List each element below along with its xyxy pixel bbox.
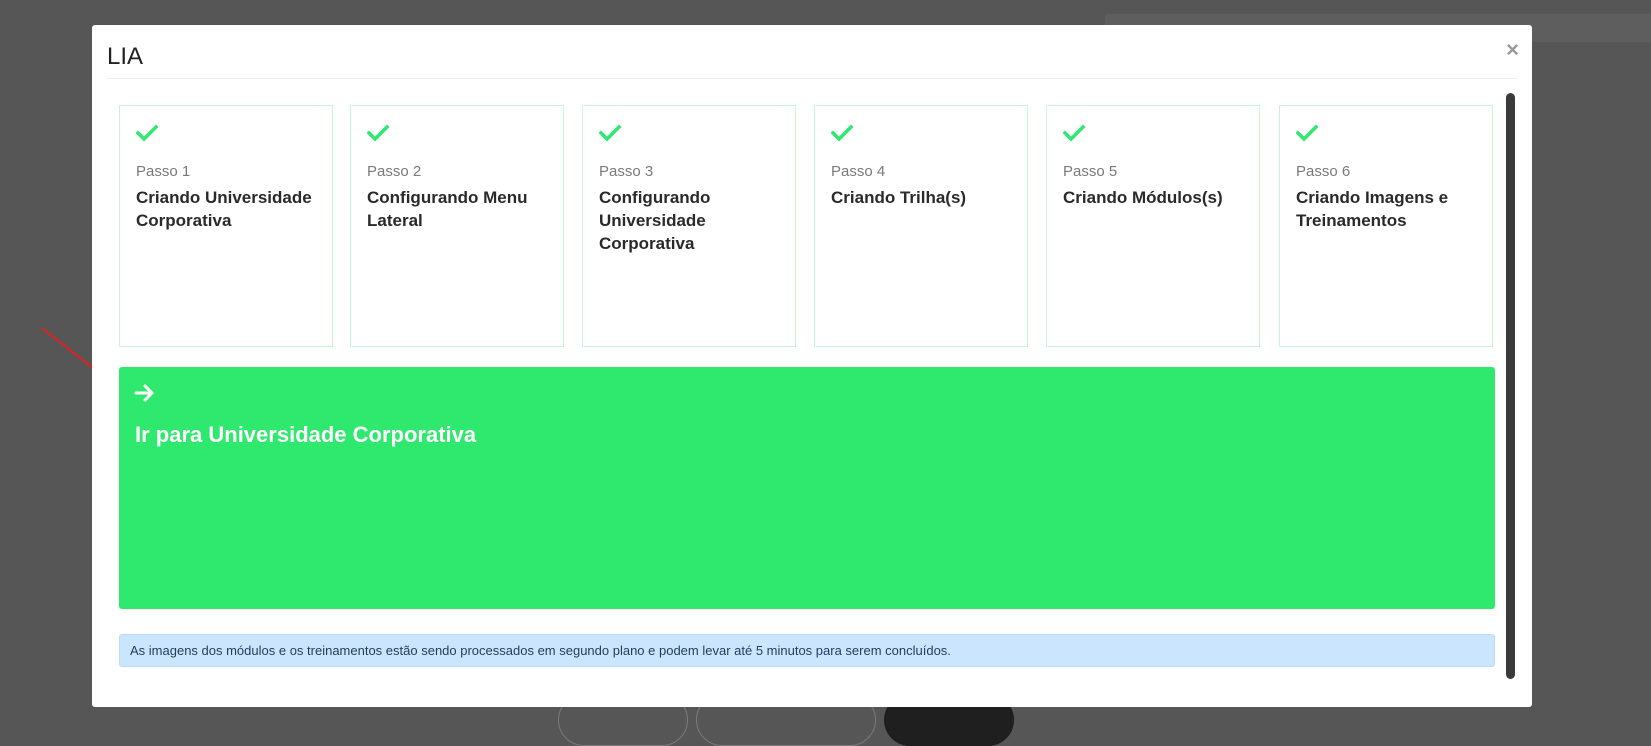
step-card-5: Passo 5 Criando Módulos(s) xyxy=(1046,105,1260,347)
scrollbar-thumb[interactable] xyxy=(1506,93,1515,679)
step-number: Passo 4 xyxy=(831,163,886,180)
step-title: Configurando Menu Lateral xyxy=(367,188,528,230)
modal-header: LIA × xyxy=(107,25,1519,79)
step-title: Criando Imagens e Treinamentos xyxy=(1296,188,1449,230)
step-card-2: Passo 2 Configurando Menu Lateral xyxy=(350,105,564,347)
step-number: Passo 3 xyxy=(599,163,654,180)
check-icon xyxy=(1063,124,1085,142)
step-title: Configurando Universidade Corporativa xyxy=(599,188,711,253)
arrow-right-icon xyxy=(134,384,154,402)
steps-row: Passo 1 Criando Universidade Corporativa… xyxy=(119,105,1495,349)
lia-modal: LIA × Passo 1 Criando Universidade Corpo… xyxy=(92,25,1532,707)
step-number: Passo 2 xyxy=(367,163,422,180)
step-card-6: Passo 6 Criando Imagens e Treinamentos xyxy=(1279,105,1493,347)
step-number: Passo 6 xyxy=(1296,163,1351,180)
step-card-4: Passo 4 Criando Trilha(s) xyxy=(814,105,1028,347)
step-title: Criando Universidade Corporativa xyxy=(136,188,312,230)
step-card-3: Passo 3 Configurando Universidade Corpor… xyxy=(582,105,796,347)
step-card-1: Passo 1 Criando Universidade Corporativa xyxy=(119,105,333,347)
processing-notice: As imagens dos módulos e os treinamentos… xyxy=(119,634,1495,667)
step-title: Criando Módulos(s) xyxy=(1063,188,1223,207)
check-icon xyxy=(136,124,158,142)
check-icon xyxy=(367,124,389,142)
step-number: Passo 5 xyxy=(1063,163,1118,180)
modal-title: LIA xyxy=(107,43,144,70)
step-title: Criando Trilha(s) xyxy=(831,188,967,207)
close-icon[interactable]: × xyxy=(1506,39,1519,61)
check-icon xyxy=(599,124,621,142)
modal-scrollbar[interactable] xyxy=(1506,93,1515,679)
check-icon xyxy=(1296,124,1318,142)
go-to-university-label: Ir para Universidade Corporativa xyxy=(135,422,477,447)
check-icon xyxy=(831,124,853,142)
step-number: Passo 1 xyxy=(136,163,191,180)
go-to-university-button[interactable]: Ir para Universidade Corporativa xyxy=(119,367,1495,609)
